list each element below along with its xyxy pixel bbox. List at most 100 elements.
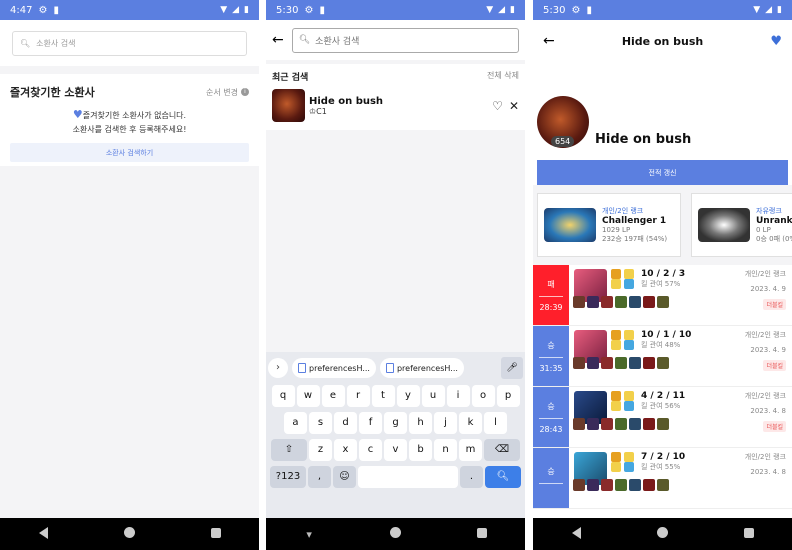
key-r[interactable]: r — [346, 385, 370, 407]
summoner-level: 654 — [551, 136, 575, 147]
key-o[interactable]: o — [471, 385, 495, 407]
match-meta: 개인/2인 랭크 2023. 4. 8 더블킬 — [745, 387, 792, 447]
recents-nav-icon[interactable] — [462, 527, 502, 541]
screenshot-canvas: 4:47 ⚙ ▮ ▼ ◢ ▮ 🔍︎ 소환사 검색 즐겨찾기한 소환사 순서 변경 i ♥즐… — [0, 0, 792, 550]
recent-item[interactable]: Hide on bush ♔C1 ♡ ✕ — [272, 89, 519, 122]
key-y[interactable]: y — [396, 385, 420, 407]
key-h[interactable]: h — [409, 412, 432, 434]
key-z[interactable]: z — [309, 439, 332, 461]
item-icon — [587, 296, 599, 308]
emoji-key[interactable]: ☺ — [333, 466, 356, 488]
suggestion-chip[interactable]: preferencesH... — [292, 358, 376, 378]
match-row[interactable]: 승 31:35 10 / 1 / 10 킬 관여 48% 개인/2인 랭크 2023. 4… — [533, 326, 792, 387]
match-result: 승 28:43 — [533, 387, 569, 447]
item-icon — [601, 357, 613, 369]
rank-tier: Unrank — [756, 216, 792, 226]
back-arrow-icon[interactable]: ← — [543, 33, 555, 49]
search-key[interactable]: 🔍︎ — [485, 466, 521, 488]
key-g[interactable]: g — [384, 412, 407, 434]
key-f[interactable]: f — [359, 412, 382, 434]
recents-nav-icon[interactable] — [196, 527, 236, 541]
match-row[interactable]: 패 28:39 10 / 2 / 3킬 관여 57% 개인/2인 랭크 2023. 4.… — [533, 265, 792, 326]
key-c[interactable]: c — [359, 439, 382, 461]
suggestion-chip[interactable]: preferencesH... — [379, 358, 464, 378]
microphone-icon[interactable]: 🎤︎ — [501, 357, 523, 379]
unranked-emblem-icon — [698, 208, 750, 242]
key-v[interactable]: v — [384, 439, 407, 461]
key-l[interactable]: l — [484, 412, 507, 434]
item-icon — [601, 296, 613, 308]
item-icon — [601, 479, 613, 491]
keyboard-hide-icon[interactable]: ▾ — [289, 528, 329, 541]
battery-icon: ▮ — [510, 5, 515, 15]
match-history: 패 28:39 10 / 2 / 3킬 관여 57% 개인/2인 랭크 2023. 4.… — [533, 265, 792, 509]
recents-nav-icon[interactable] — [729, 527, 769, 541]
home-nav-icon[interactable] — [375, 527, 415, 541]
favorite-heart-icon[interactable]: ♡ — [492, 99, 503, 113]
status-time: 5:30 — [543, 4, 566, 16]
key-q[interactable]: q — [271, 385, 295, 407]
match-meta: 개인/2인 랭크 2023. 4. 8 — [745, 448, 792, 508]
key-p[interactable]: p — [496, 385, 520, 407]
comma-key[interactable]: , — [308, 466, 331, 488]
remove-icon[interactable]: ✕ — [509, 99, 519, 113]
search-input[interactable]: 🔍︎ 소환사 검색 — [12, 31, 247, 56]
result-label: 승 — [547, 401, 555, 411]
multikill-badge: 더블킬 — [763, 421, 786, 432]
status-time: 5:30 — [276, 4, 299, 16]
shift-key[interactable]: ⇧ — [271, 439, 307, 461]
key-t[interactable]: t — [371, 385, 395, 407]
key-row-3: ⇧ zxcvbnm ⌫ — [268, 439, 523, 461]
suggestion-text: preferencesH... — [309, 363, 370, 373]
backspace-key[interactable]: ⌫ — [484, 439, 520, 461]
key-d[interactable]: d — [334, 412, 357, 434]
expand-suggestions-icon[interactable]: › — [268, 358, 288, 378]
space-key[interactable] — [358, 466, 458, 488]
key-j[interactable]: j — [434, 412, 457, 434]
match-stats: 10 / 1 / 10 킬 관여 48% — [573, 326, 691, 386]
match-row[interactable]: 승 28:43 4 / 2 / 11 킬 관여 56% 개인/2인 랭크 2023. 4.… — [533, 387, 792, 448]
match-result: 패 28:39 — [533, 265, 569, 325]
key-w[interactable]: w — [296, 385, 320, 407]
refresh-button[interactable]: 전적 갱신 — [537, 160, 788, 185]
period-key[interactable]: . — [460, 466, 483, 488]
item-icon — [629, 418, 641, 430]
rune-icon — [624, 269, 634, 279]
item-slots — [573, 296, 685, 308]
rank-record: 0승 0패 (0%) — [756, 235, 792, 243]
back-nav-icon[interactable] — [23, 526, 63, 542]
search-header: 🔍︎ 소환사 검색 — [0, 20, 259, 66]
match-stats: 7 / 2 / 10 킬 관여 55% — [573, 448, 685, 508]
key-s[interactable]: s — [309, 412, 332, 434]
favorite-heart-icon[interactable]: ♥ — [770, 34, 782, 49]
key-row-4: ?123 , ☺ . 🔍︎ — [268, 466, 523, 488]
clear-all-button[interactable]: 전체 삭제 — [487, 70, 519, 83]
key-b[interactable]: b — [409, 439, 432, 461]
key-i[interactable]: i — [446, 385, 470, 407]
match-duration: 28:43 — [539, 424, 563, 434]
key-n[interactable]: n — [434, 439, 457, 461]
result-divider — [539, 295, 563, 297]
symbols-key[interactable]: ?123 — [270, 466, 306, 488]
heart-icon: ♥ — [72, 108, 83, 121]
home-nav-icon[interactable] — [642, 527, 682, 541]
home-nav-icon[interactable] — [109, 527, 149, 541]
key-a[interactable]: a — [284, 412, 307, 434]
key-x[interactable]: x — [334, 439, 357, 461]
back-nav-icon[interactable] — [556, 526, 596, 542]
key-k[interactable]: k — [459, 412, 482, 434]
search-summoner-button[interactable]: 소환사 검색하기 — [10, 143, 249, 162]
match-row[interactable]: 승 7 / 2 / 10 킬 관여 55% 개인/2인 랭크 2023. 4. 8 — [533, 448, 792, 509]
key-e[interactable]: e — [321, 385, 345, 407]
signal-icon: ◢ — [765, 5, 773, 15]
kill-participation: 킬 관여 57% — [641, 280, 681, 288]
wifi-icon: ▼ — [486, 5, 494, 15]
search-input[interactable]: 🔍︎ 소환사 검색 — [291, 27, 519, 53]
rank-record: 232승 197패 (54%) — [602, 235, 668, 243]
key-m[interactable]: m — [459, 439, 482, 461]
key-row-2: asdfghjkl — [268, 412, 523, 434]
rank-lp: 1029 LP — [602, 226, 631, 234]
key-u[interactable]: u — [421, 385, 445, 407]
reorder-button[interactable]: 순서 변경 i — [206, 87, 249, 98]
back-arrow-icon[interactable]: ← — [272, 32, 284, 48]
